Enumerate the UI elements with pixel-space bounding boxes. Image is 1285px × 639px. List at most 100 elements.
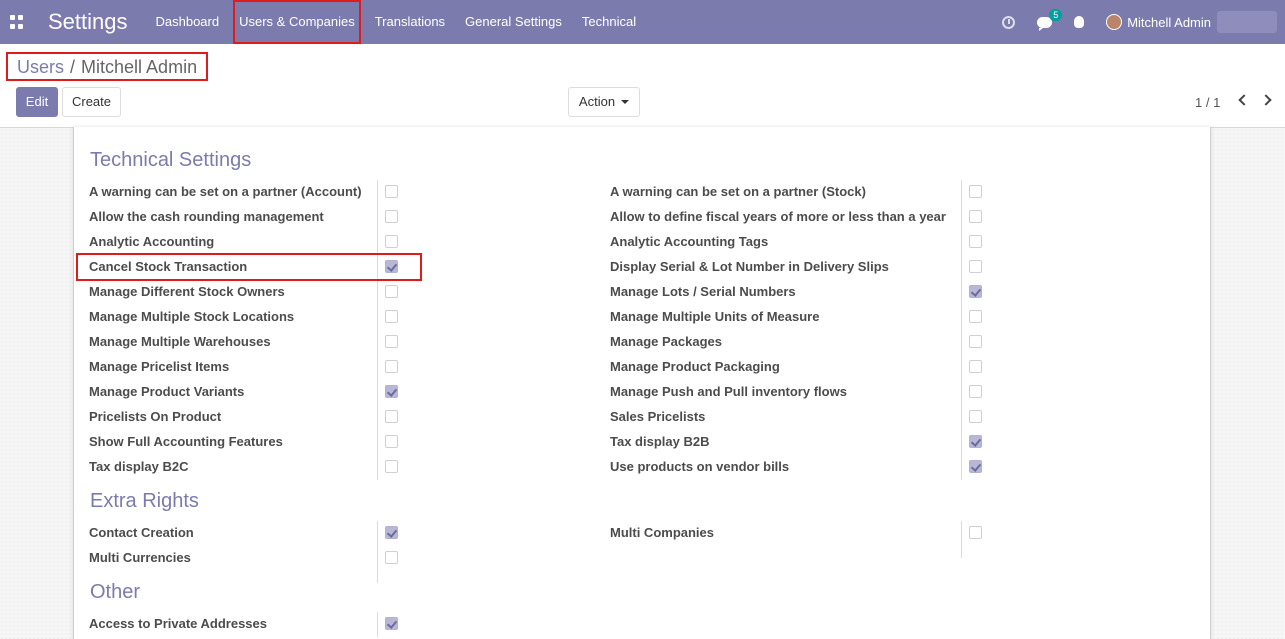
setting-label-show-full-accounting-features: Show Full Accounting Features: [89, 434, 283, 449]
pager-value: 1 / 1: [1195, 95, 1221, 110]
checkbox-manage-different-stock-owners[interactable]: [385, 285, 398, 298]
create-button[interactable]: Create: [62, 87, 121, 117]
setting-row: Manage Different Stock Owners: [89, 279, 285, 304]
setting-row: A warning can be set on a partner (Stock…: [610, 179, 866, 204]
breadcrumb-current: Mitchell Admin: [81, 57, 198, 77]
setting-label-access-to-private-addresses: Access to Private Addresses: [89, 616, 268, 631]
breadcrumb: Users / Mitchell Admin: [6, 52, 209, 81]
setting-label-manage-multiple-units-of-measure: Manage Multiple Units of Measure: [610, 309, 820, 324]
action-label: Action: [578, 94, 616, 109]
menu-general-settings[interactable]: General Settings: [455, 0, 572, 44]
checkbox-allow-to-define-fiscal-years-of-more-or-less-than-a-year[interactable]: [969, 210, 982, 223]
setting-row: Manage Multiple Warehouses: [89, 329, 271, 354]
setting-label-allow-to-define-fiscal-years-of-more-or-less-than-a-year: Allow to define fiscal years of more or …: [610, 209, 946, 224]
main-menu: Dashboard Users & Companies Translations…: [146, 0, 647, 44]
checkbox-manage-multiple-stock-locations[interactable]: [385, 310, 398, 323]
checkbox-allow-the-cash-rounding-management[interactable]: [385, 210, 398, 223]
menu-translations[interactable]: Translations: [365, 0, 455, 44]
setting-label-manage-packages: Manage Packages: [610, 334, 723, 349]
checkbox-contact-creation[interactable]: [385, 526, 398, 539]
user-menu[interactable]: Mitchell Admin: [1106, 11, 1277, 33]
setting-label-manage-lots-serial-numbers: Manage Lots / Serial Numbers: [610, 284, 796, 299]
checkbox-manage-multiple-warehouses[interactable]: [385, 335, 398, 348]
breadcrumb-parent-link[interactable]: Users: [17, 54, 64, 79]
setting-row: Manage Multiple Units of Measure: [610, 304, 819, 329]
checkbox-sales-pricelists[interactable]: [969, 410, 982, 423]
apps-menu-icon[interactable]: [10, 15, 24, 29]
highlight-cancel-stock-transaction: [76, 253, 422, 281]
setting-label-sales-pricelists: Sales Pricelists: [610, 409, 706, 424]
setting-label-multi-currencies: Multi Currencies: [89, 550, 191, 565]
setting-label-contact-creation: Contact Creation: [89, 525, 194, 540]
setting-row: Allow to define fiscal years of more or …: [610, 204, 946, 229]
checkbox-analytic-accounting[interactable]: [385, 235, 398, 248]
menu-dashboard[interactable]: Dashboard: [146, 0, 230, 44]
menu-technical[interactable]: Technical: [572, 0, 646, 44]
checkbox-manage-lots-serial-numbers[interactable]: [969, 285, 982, 298]
setting-row: Access to Private Addresses: [89, 611, 267, 636]
setting-row: Use products on vendor bills: [610, 454, 789, 479]
setting-row: Analytic Accounting Tags: [610, 229, 768, 254]
setting-row: Manage Push and Pull inventory flows: [610, 379, 847, 404]
setting-row: Sales Pricelists: [610, 404, 705, 429]
section-title-other: Other: [90, 581, 141, 603]
checkbox-manage-multiple-units-of-measure[interactable]: [969, 310, 982, 323]
setting-label-manage-push-and-pull-inventory-flows: Manage Push and Pull inventory flows: [610, 384, 847, 399]
checkbox-access-to-private-addresses[interactable]: [385, 617, 398, 630]
edit-button[interactable]: Edit: [16, 87, 58, 117]
activity-clock-icon[interactable]: [1002, 15, 1016, 29]
checkbox-multi-companies[interactable]: [969, 526, 982, 539]
setting-label-manage-pricelist-items: Manage Pricelist Items: [89, 359, 230, 374]
setting-label-manage-different-stock-owners: Manage Different Stock Owners: [89, 284, 285, 299]
setting-row: Multi Currencies: [89, 545, 191, 570]
setting-label-manage-product-variants: Manage Product Variants: [89, 384, 245, 399]
messages-count-badge: 5: [1049, 8, 1063, 21]
setting-row: Manage Lots / Serial Numbers: [610, 279, 796, 304]
checkbox-manage-product-variants[interactable]: [385, 385, 398, 398]
avatar: [1106, 14, 1123, 30]
checkbox-pricelists-on-product[interactable]: [385, 410, 398, 423]
checkbox-show-full-accounting-features[interactable]: [385, 435, 398, 448]
setting-label-analytic-accounting: Analytic Accounting: [89, 234, 215, 249]
setting-row: Multi Companies: [610, 520, 714, 545]
checkbox-use-products-on-vendor-bills[interactable]: [969, 460, 982, 473]
checkbox-manage-pricelist-items[interactable]: [385, 360, 398, 373]
setting-row: Manage Pricelist Items: [89, 354, 229, 379]
messaging-icon[interactable]: 5: [1037, 8, 1063, 31]
navbar-systray: 5 Mitchell Admin: [1002, 0, 1285, 44]
setting-row: Display Serial & Lot Number in Delivery …: [610, 254, 889, 279]
setting-row: Manage Packages: [610, 329, 722, 354]
column-separator: [961, 180, 962, 480]
action-dropdown-button[interactable]: Action: [568, 87, 640, 117]
checkbox-manage-packages[interactable]: [969, 335, 982, 348]
menu-users-companies[interactable]: Users & Companies: [233, 0, 361, 44]
pager-previous-icon[interactable]: [1238, 94, 1250, 106]
checkbox-manage-product-packaging[interactable]: [969, 360, 982, 373]
setting-row: Manage Product Packaging: [610, 354, 780, 379]
checkbox-display-serial-lot-number-in-delivery-slips[interactable]: [969, 260, 982, 273]
pager-next-icon[interactable]: [1260, 94, 1272, 106]
checkbox-tax-display-b2b[interactable]: [969, 435, 982, 448]
checkbox-analytic-accounting-tags[interactable]: [969, 235, 982, 248]
setting-label-pricelists-on-product: Pricelists On Product: [89, 409, 222, 424]
setting-label-analytic-accounting-tags: Analytic Accounting Tags: [610, 234, 769, 249]
setting-row: Manage Multiple Stock Locations: [89, 304, 294, 329]
column-separator: [377, 180, 378, 480]
setting-label-manage-product-packaging: Manage Product Packaging: [610, 359, 780, 374]
setting-row: A warning can be set on a partner (Accou…: [89, 179, 362, 204]
breadcrumb-separator: /: [70, 57, 76, 77]
checkbox-manage-push-and-pull-inventory-flows[interactable]: [969, 385, 982, 398]
setting-row: Show Full Accounting Features: [89, 429, 283, 454]
checkbox-tax-display-b2c[interactable]: [385, 460, 398, 473]
column-separator: [377, 521, 378, 583]
setting-label-multi-companies: Multi Companies: [610, 525, 715, 540]
checkbox-multi-currencies[interactable]: [385, 551, 398, 564]
user-db-name-redacted: [1217, 11, 1277, 33]
app-title: Settings: [48, 9, 128, 34]
setting-label-display-serial-lot-number-in-delivery-slips: Display Serial & Lot Number in Delivery …: [610, 259, 889, 274]
setting-label-a-warning-can-be-set-on-a-partner-stock: A warning can be set on a partner (Stock…: [610, 184, 866, 199]
checkbox-a-warning-can-be-set-on-a-partner-stock[interactable]: [969, 185, 982, 198]
setting-row: Analytic Accounting: [89, 229, 214, 254]
checkbox-a-warning-can-be-set-on-a-partner-account[interactable]: [385, 185, 398, 198]
debug-bug-icon[interactable]: [1074, 16, 1085, 28]
